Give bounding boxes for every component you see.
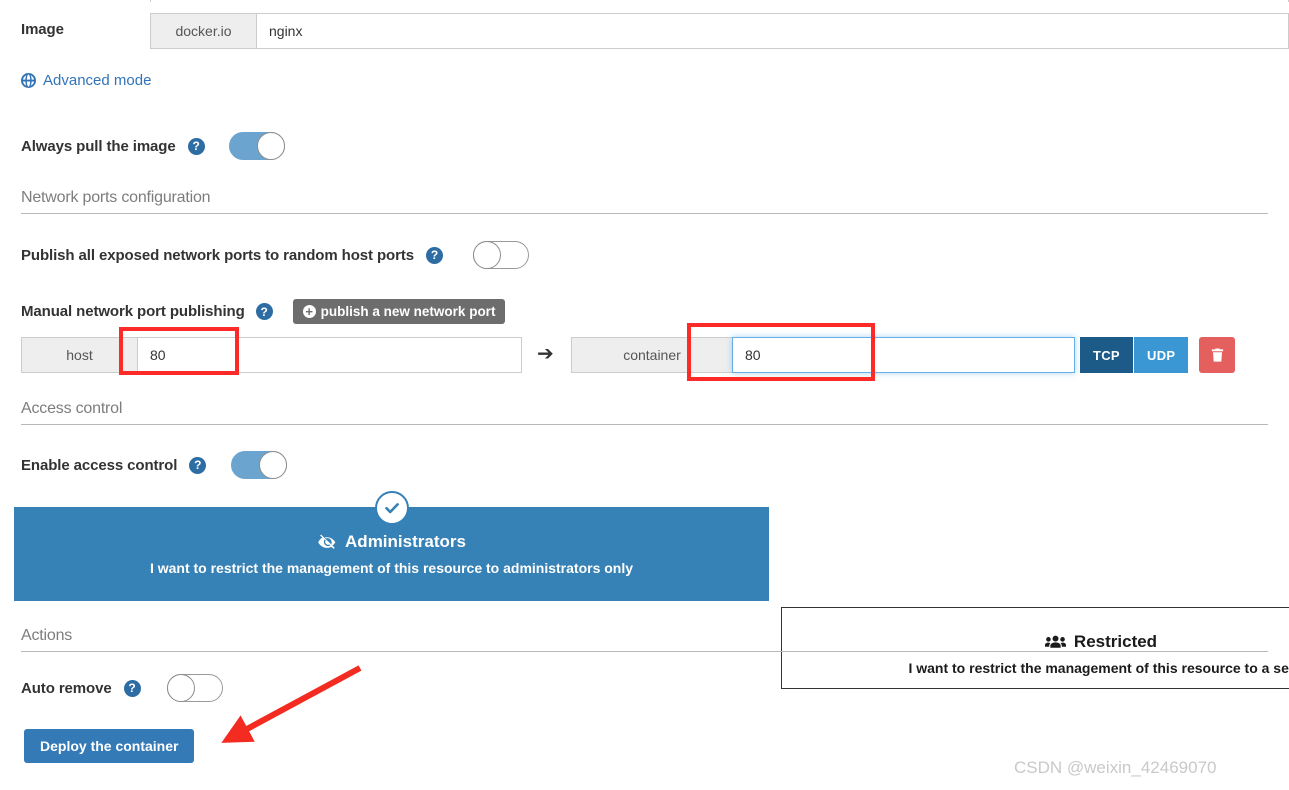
toggle-knob xyxy=(166,674,195,702)
auto-remove-toggle[interactable] xyxy=(166,674,223,702)
access-control-section-title: Access control xyxy=(21,400,1268,425)
access-card-administrators-title-text: Administrators xyxy=(345,532,466,551)
always-pull-label: Always pull the image xyxy=(21,137,176,155)
csdn-watermark: CSDN @weixin_42469070 xyxy=(1014,758,1217,777)
question-circle-icon[interactable]: ? xyxy=(123,679,141,697)
image-registry-prefix: docker.io xyxy=(150,13,256,49)
question-circle-icon[interactable]: ? xyxy=(425,246,443,264)
annotation-arrow-deploy xyxy=(221,665,362,743)
protocol-tcp-button[interactable]: TCP xyxy=(1080,337,1133,373)
access-card-administrators-description: I want to restrict the management of thi… xyxy=(149,560,634,577)
previous-field-cutoff xyxy=(150,0,1289,2)
network-ports-section-title: Network ports configuration xyxy=(21,189,1268,214)
manual-publish-row: Manual network port publishing ? + publi… xyxy=(21,299,506,324)
check-circle-icon xyxy=(374,491,409,525)
container-create-form: Image docker.io nginx Advanced mode Alwa… xyxy=(0,0,1289,790)
toggle-knob xyxy=(472,241,501,269)
enable-access-control-toggle[interactable] xyxy=(231,451,288,479)
advanced-mode-link[interactable]: Advanced mode xyxy=(21,72,151,89)
host-port-input-group: host 80 xyxy=(21,337,522,373)
port-mapping-arrow-icon: ➔ xyxy=(537,343,554,365)
auto-remove-label: Auto remove xyxy=(21,679,112,697)
auto-remove-row: Auto remove ? xyxy=(21,674,223,702)
publish-random-label: Publish all exposed network ports to ran… xyxy=(21,246,414,264)
host-port-prefix: host xyxy=(21,337,137,373)
globe-icon xyxy=(21,73,36,88)
enable-access-control-row: Enable access control ? xyxy=(21,451,288,479)
publish-random-row: Publish all exposed network ports to ran… xyxy=(21,241,529,269)
publish-new-port-label: publish a new network port xyxy=(320,304,496,319)
always-pull-row: Always pull the image ? xyxy=(21,132,285,160)
publish-new-port-button[interactable]: + publish a new network port xyxy=(292,299,506,324)
access-card-administrators-title: Administrators xyxy=(15,532,768,552)
question-circle-icon[interactable]: ? xyxy=(255,303,273,320)
delete-port-button[interactable] xyxy=(1199,337,1235,373)
always-pull-toggle[interactable] xyxy=(228,132,285,160)
manual-publish-label: Manual network port publishing xyxy=(21,303,245,320)
image-name-input[interactable]: nginx xyxy=(256,13,1289,49)
container-port-input-group: container 80 xyxy=(571,337,1075,373)
container-port-prefix: container xyxy=(571,337,732,373)
toggle-knob xyxy=(256,132,285,160)
access-card-administrators[interactable]: Administrators I want to restrict the ma… xyxy=(14,491,769,601)
protocol-udp-button[interactable]: UDP xyxy=(1134,337,1189,373)
advanced-mode-label: Advanced mode xyxy=(43,72,152,89)
toggle-knob xyxy=(259,451,288,479)
container-port-input[interactable]: 80 xyxy=(732,337,1075,373)
access-card-restricted-description: I want to restrict the management of thi… xyxy=(908,660,1289,677)
actions-section-title: Actions xyxy=(21,627,1268,652)
image-label: Image xyxy=(21,21,64,38)
image-input-group: docker.io nginx xyxy=(150,13,1289,49)
trash-icon xyxy=(1210,347,1225,363)
plus-circle-icon: + xyxy=(302,305,316,318)
deploy-container-button[interactable]: Deploy the container xyxy=(24,729,195,763)
publish-random-toggle[interactable] xyxy=(472,241,529,269)
question-circle-icon[interactable]: ? xyxy=(189,456,207,474)
host-port-input[interactable]: 80 xyxy=(137,337,522,373)
question-circle-icon[interactable]: ? xyxy=(187,137,205,155)
enable-access-control-label: Enable access control xyxy=(21,456,178,474)
eye-slash-icon xyxy=(317,534,337,551)
